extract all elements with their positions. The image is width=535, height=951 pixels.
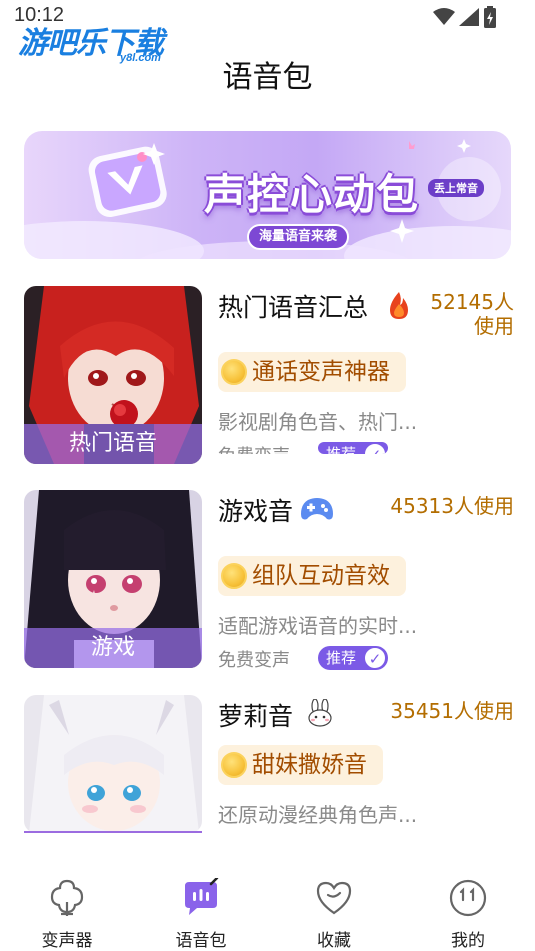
profile-icon (449, 879, 487, 917)
bottom-navigation: 变声器 语音包 收藏 我的 (0, 862, 535, 951)
feature-tag: 通话变声神器 (218, 352, 406, 392)
card-title: 游戏音 (218, 497, 294, 526)
card-description: 影视剧角色音、热门... (218, 410, 418, 434)
nav-item-voice-changer[interactable]: 变声器 (12, 878, 122, 951)
status-icons (433, 6, 497, 28)
nav-label: 我的 (451, 931, 485, 951)
usage-count: 35451人使用 (390, 699, 514, 723)
card-description: 还原动漫经典角色声... (218, 803, 418, 827)
thumbnail-game: 游戏 (24, 490, 202, 668)
check-icon: ✓ (364, 647, 387, 669)
feature-tag-text: 组队互动音效 (252, 563, 390, 589)
nav-label: 变声器 (41, 931, 93, 951)
nav-label: 语音包 (175, 931, 227, 951)
nav-item-favorites[interactable]: 收藏 (279, 878, 389, 951)
thumbnail-label: 热门语音 (24, 424, 202, 464)
recommend-badge: 推荐 ✓ (318, 646, 389, 670)
usage-count: 45313人使用 (390, 494, 514, 518)
voice-pack-card-loli[interactable]: 萝莉音 35451人使用 甜妹撒娇音 还原动漫经典角色声... (24, 695, 514, 835)
page-title: 语音包 (222, 60, 313, 95)
thumbnail-underline (24, 831, 202, 833)
fire-icon (390, 292, 408, 319)
nav-label: 收藏 (317, 931, 351, 951)
feature-tag-text: 通话变声神器 (252, 359, 390, 385)
promo-banner[interactable]: 声控心动包 海量语音来袭 丢上常音 (24, 131, 511, 259)
feature-tag: 甜妹撒娇音 (218, 745, 383, 785)
usage-count-line2: 使用 (474, 314, 514, 338)
feature-tag-text: 甜妹撒娇音 (252, 752, 367, 778)
thumbnail-hot: 热门语音 (24, 286, 202, 464)
nav-item-profile[interactable]: 我的 (413, 878, 523, 951)
wifi-icon (433, 8, 455, 25)
voice-changer-icon (50, 879, 84, 916)
usage-count: 52145人 使用 (430, 290, 514, 338)
thumbnail-label: 游戏 (24, 628, 202, 668)
signal-icon (459, 8, 479, 26)
nav-item-voice-pack[interactable]: 语音包 (146, 878, 256, 951)
voice-pack-icon (185, 878, 219, 915)
banner-title: 声控心动包 (204, 170, 420, 219)
card-description: 适配游戏语音的实时... (218, 614, 418, 638)
coin-icon (221, 359, 247, 385)
voice-pack-card-hot[interactable]: 热门语音 热门语音汇总 52145人 使用 通话变声神器 影视剧角色音、热门..… (24, 286, 514, 466)
coin-icon (221, 752, 247, 778)
coin-icon (221, 563, 247, 589)
check-icon: ✓ (364, 443, 387, 454)
usage-count-line1: 52145人 (430, 290, 514, 314)
recommend-badge: 推荐 ✓ (318, 442, 389, 454)
recommend-label: 推荐 (326, 445, 357, 454)
card-title: 萝莉音 (218, 702, 294, 731)
battery-icon (484, 6, 496, 28)
bunny-icon (308, 699, 332, 727)
voice-pack-card-game[interactable]: 游戏 游戏音 45313人使用 组队互动音效 适配游戏语音的实时... 免费变声… (24, 490, 514, 671)
card-title: 热门语音汇总 (218, 293, 369, 322)
gamepad-icon (301, 498, 333, 520)
banner-subtitle: 海量语音来袭 (247, 224, 350, 250)
card-meta: 免费变声 (218, 650, 290, 671)
recommend-label: 推荐 (326, 649, 357, 667)
card-meta: 免费变声 (218, 442, 290, 454)
banner-badge: 丢上常音 (428, 179, 484, 197)
feature-tag: 组队互动音效 (218, 556, 406, 596)
thumbnail-loli (24, 695, 202, 833)
heart-icon (316, 881, 352, 915)
anime-avatar-image (24, 695, 202, 833)
